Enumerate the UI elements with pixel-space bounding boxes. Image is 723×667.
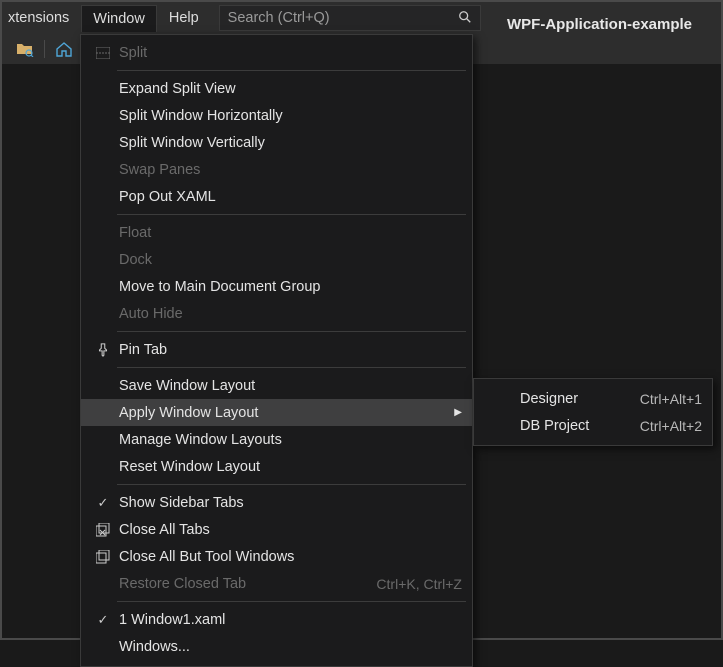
- menu-save-window-layout[interactable]: Save Window Layout: [81, 372, 472, 399]
- menu-label: Move to Main Document Group: [117, 279, 462, 295]
- menu-label: Split Window Horizontally: [117, 108, 462, 124]
- menu-label: Manage Window Layouts: [117, 432, 462, 448]
- close-all-tabs-icon: [89, 523, 117, 537]
- menu-label: Swap Panes: [117, 162, 462, 178]
- menu-split: Split: [81, 39, 472, 66]
- menu-label: Split: [117, 45, 462, 61]
- separator: [117, 70, 466, 71]
- menu-split-vertically[interactable]: Split Window Vertically: [81, 129, 472, 156]
- menu-pin-tab[interactable]: Pin Tab: [81, 336, 472, 363]
- shortcut-label: Ctrl+K, Ctrl+Z: [376, 576, 462, 592]
- check-icon: [89, 495, 117, 511]
- menu-label: Show Sidebar Tabs: [117, 495, 462, 511]
- separator: [117, 484, 466, 485]
- menu-label: Auto Hide: [117, 306, 462, 322]
- menu-window[interactable]: Window: [81, 5, 157, 32]
- open-folder-icon[interactable]: [16, 40, 34, 58]
- search-input[interactable]: Search (Ctrl+Q): [219, 5, 481, 31]
- menu-extensions[interactable]: xtensions: [8, 4, 81, 32]
- menu-label: Split Window Vertically: [117, 135, 462, 151]
- menu-label: Expand Split View: [117, 81, 462, 97]
- separator: [117, 601, 466, 602]
- menu-move-to-main-doc-group[interactable]: Move to Main Document Group: [81, 273, 472, 300]
- menu-split-horizontally[interactable]: Split Window Horizontally: [81, 102, 472, 129]
- menu-close-all-tabs[interactable]: Close All Tabs: [81, 516, 472, 543]
- menu-pop-out-xaml[interactable]: Pop Out XAML: [81, 183, 472, 210]
- menu-label: Close All Tabs: [117, 522, 462, 538]
- window-dropdown: Split Expand Split View Split Window Hor…: [80, 34, 473, 667]
- shortcut-label: Ctrl+Alt+1: [640, 391, 702, 407]
- menu-help[interactable]: Help: [157, 4, 211, 32]
- pin-icon: [89, 343, 117, 357]
- menu-label: Reset Window Layout: [117, 459, 462, 475]
- menu-manage-window-layouts[interactable]: Manage Window Layouts: [81, 426, 472, 453]
- separator: [117, 214, 466, 215]
- menu-label: Designer: [510, 391, 640, 407]
- menu-close-all-but-tool-windows[interactable]: Close All But Tool Windows: [81, 543, 472, 570]
- menu-label: 1 Window1.xaml: [117, 612, 462, 628]
- apply-window-layout-submenu: Designer Ctrl+Alt+1 DB Project Ctrl+Alt+…: [473, 378, 713, 446]
- shortcut-label: Ctrl+Alt+2: [640, 418, 702, 434]
- menu-show-sidebar-tabs[interactable]: Show Sidebar Tabs: [81, 489, 472, 516]
- submenu-db-project[interactable]: DB Project Ctrl+Alt+2: [474, 412, 712, 439]
- separator: [117, 367, 466, 368]
- search-placeholder: Search (Ctrl+Q): [228, 10, 330, 26]
- menu-window-1[interactable]: 1 Window1.xaml: [81, 606, 472, 633]
- menu-restore-closed-tab: Restore Closed Tab Ctrl+K, Ctrl+Z: [81, 570, 472, 597]
- search-icon[interactable]: [458, 10, 472, 28]
- close-all-but-tool-icon: [89, 550, 117, 564]
- menu-windows[interactable]: Windows...: [81, 633, 472, 660]
- submenu-designer[interactable]: Designer Ctrl+Alt+1: [474, 385, 712, 412]
- split-icon: [89, 47, 117, 59]
- menu-label: Close All But Tool Windows: [117, 549, 462, 565]
- project-name-label: WPF-Application-example: [507, 16, 692, 33]
- menu-dock: Dock: [81, 246, 472, 273]
- home-icon[interactable]: [55, 40, 73, 58]
- menu-reset-window-layout[interactable]: Reset Window Layout: [81, 453, 472, 480]
- check-icon: [89, 612, 117, 628]
- menu-label: Pop Out XAML: [117, 189, 462, 205]
- separator: [117, 331, 466, 332]
- menu-auto-hide: Auto Hide: [81, 300, 472, 327]
- menu-label: Dock: [117, 252, 462, 268]
- menu-apply-window-layout[interactable]: Apply Window Layout ▶: [81, 399, 472, 426]
- menu-label: Restore Closed Tab: [117, 576, 376, 592]
- menu-label: Pin Tab: [117, 342, 462, 358]
- menu-label: Apply Window Layout: [117, 405, 448, 421]
- menu-float: Float: [81, 219, 472, 246]
- menu-label: Float: [117, 225, 462, 241]
- menu-label: Save Window Layout: [117, 378, 462, 394]
- chevron-right-icon: ▶: [448, 407, 462, 418]
- menu-label: Windows...: [117, 639, 462, 655]
- menu-label: DB Project: [510, 418, 640, 434]
- menu-swap-panes: Swap Panes: [81, 156, 472, 183]
- menu-expand-split-view[interactable]: Expand Split View: [81, 75, 472, 102]
